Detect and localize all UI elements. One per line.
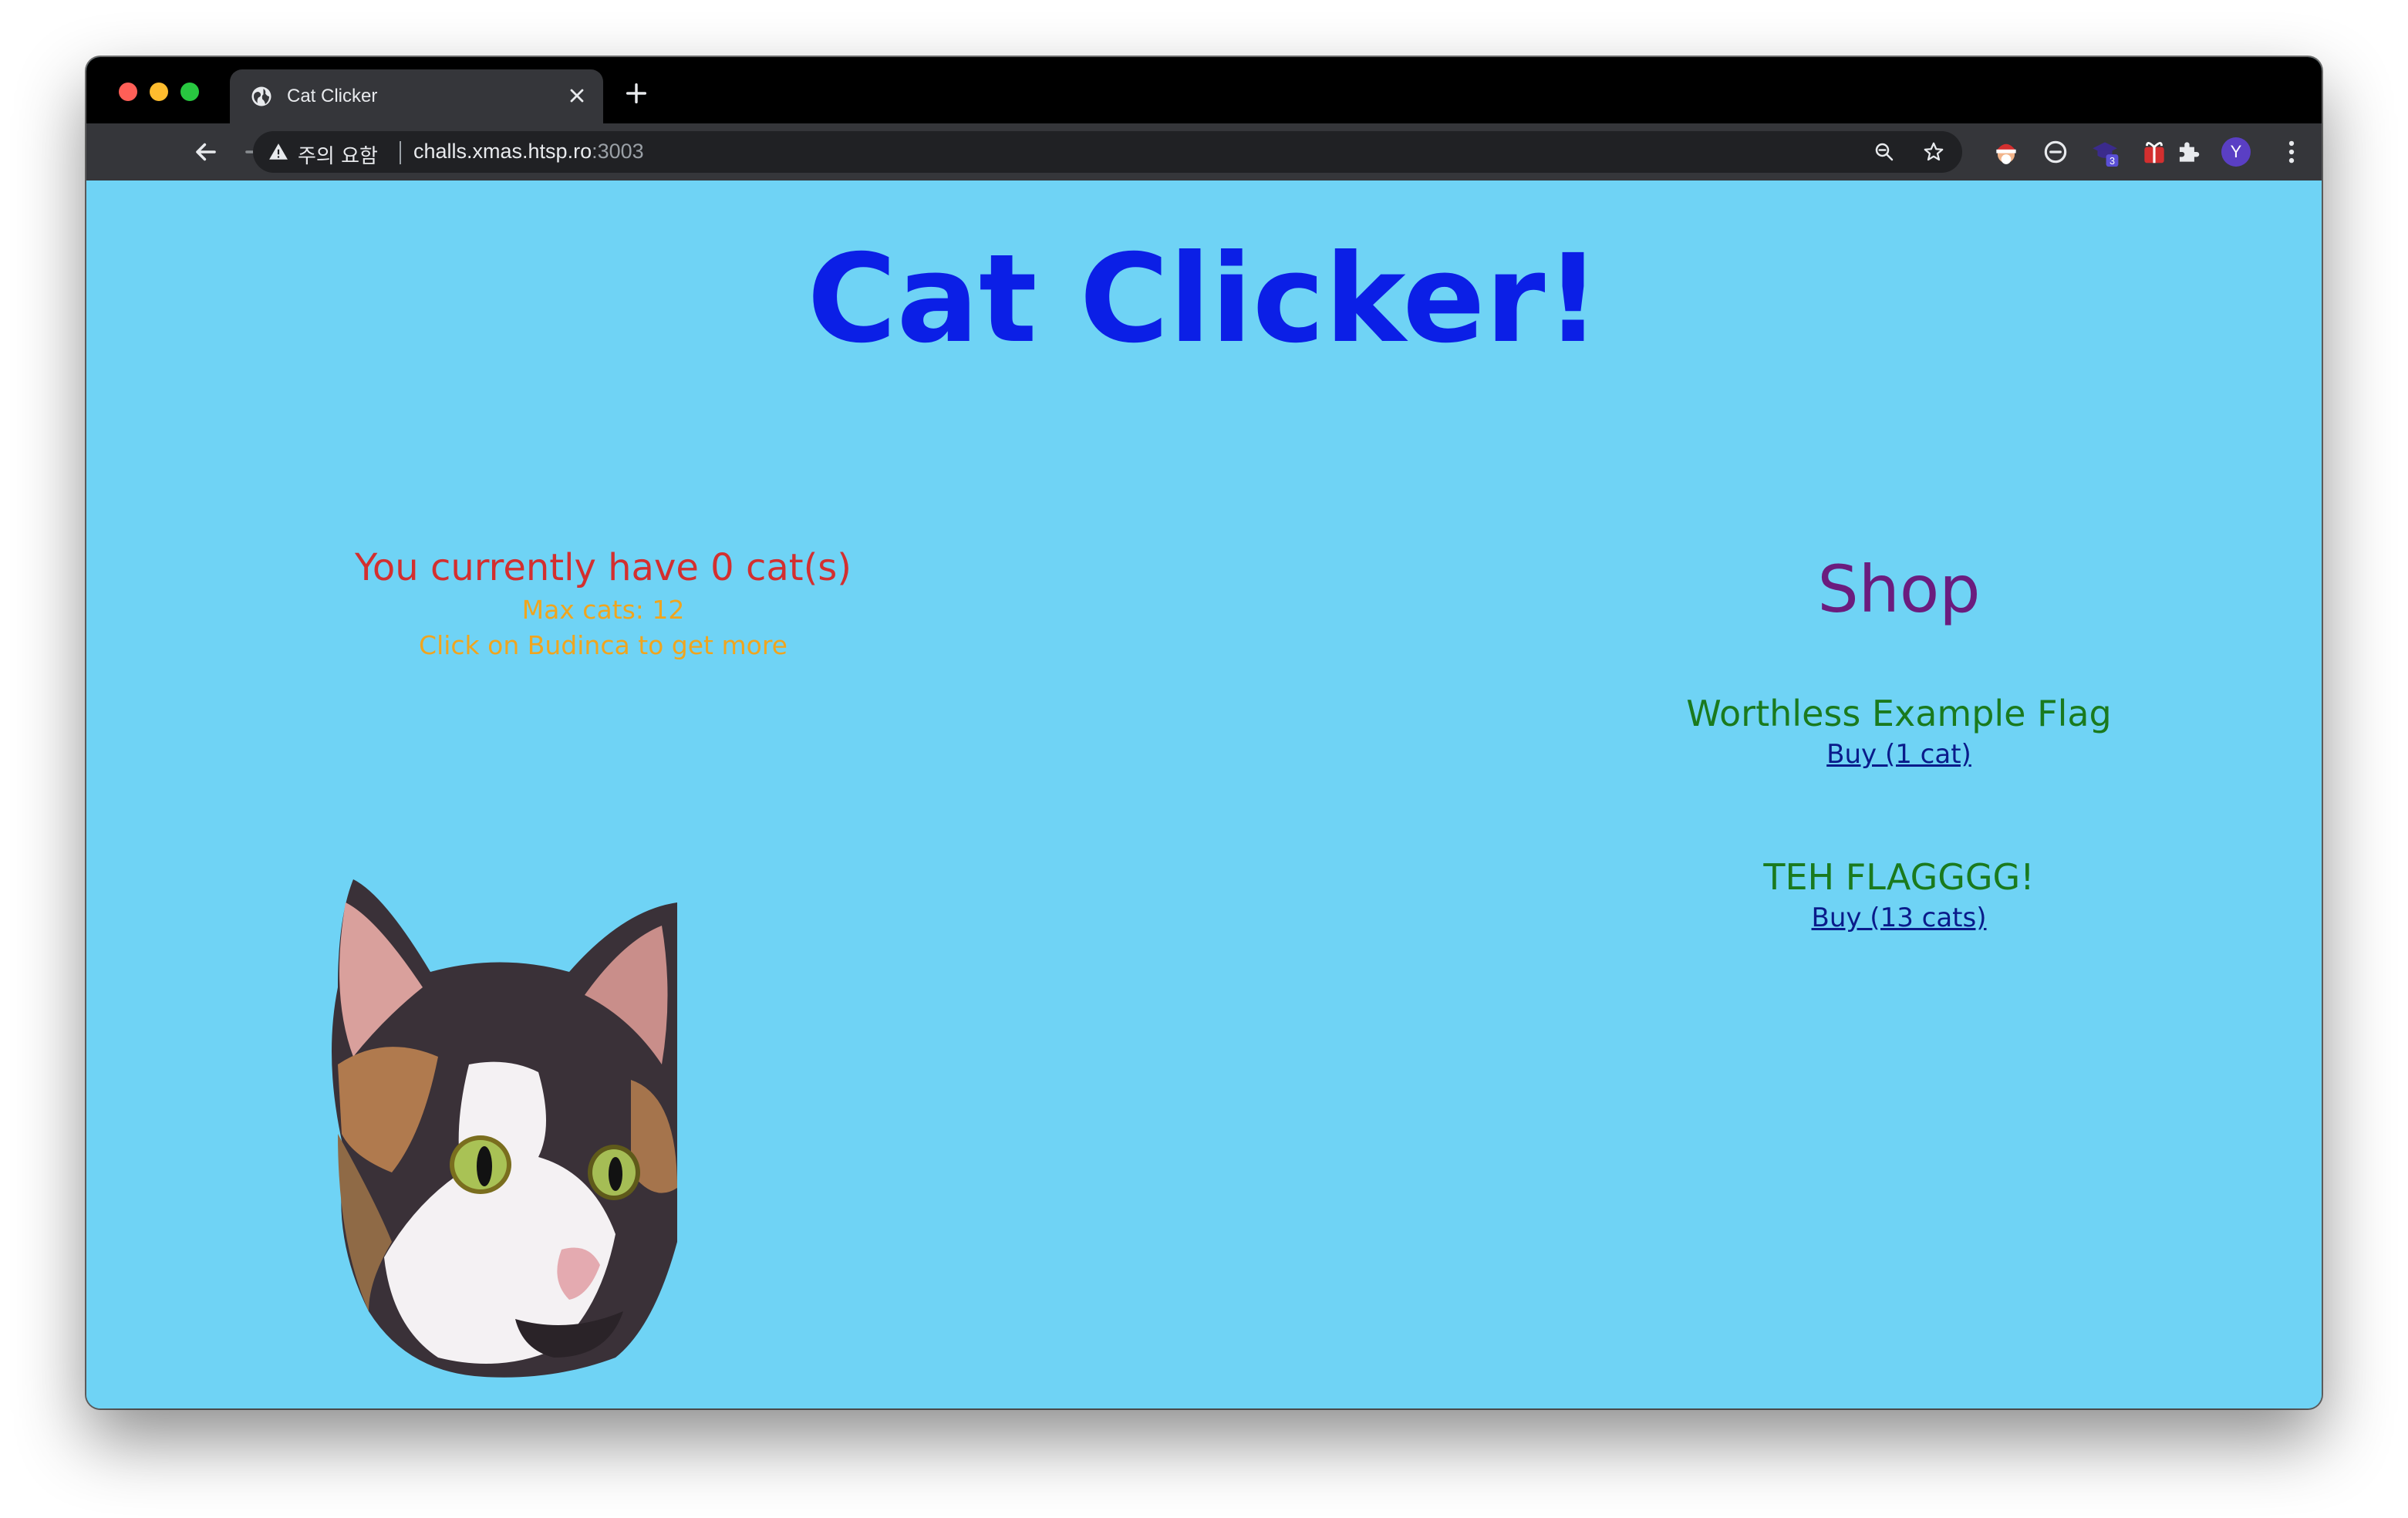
- calico-cat-head-image[interactable]: [322, 879, 677, 1381]
- minimize-window-button[interactable]: [150, 83, 168, 101]
- close-icon[interactable]: [566, 85, 588, 106]
- address-bar[interactable]: 주의 요함 challs.xmas.htsp.ro:3003: [253, 131, 1962, 173]
- hint-text: Click on Budinca to get more: [419, 630, 787, 660]
- bookmark-star-icon[interactable]: [1922, 140, 1945, 164]
- shop-item-teh-flag: TEH FLAGGGG! Buy (13 cats): [1629, 853, 2169, 935]
- tab-cat-clicker[interactable]: Cat Clicker: [230, 69, 603, 123]
- page-title: Cat Clicker!: [807, 228, 1601, 370]
- buy-teh-flag-link[interactable]: Buy (13 cats): [1812, 901, 1987, 935]
- browser-toolbar: 주의 요함 challs.xmas.htsp.ro:3003 3 Y: [86, 123, 2322, 180]
- divider: [400, 141, 401, 164]
- cat-count-text: You currently have 0 cat(s): [354, 546, 852, 589]
- max-cats-text: Max cats: 12: [521, 595, 685, 625]
- url-port: :3003: [592, 140, 644, 163]
- shop-title: Shop: [1817, 552, 1981, 627]
- tab-title: Cat Clicker: [287, 86, 378, 106]
- zoom-window-button[interactable]: [180, 83, 199, 101]
- tab-strip: Cat Clicker: [86, 57, 2322, 123]
- santa-extension-icon[interactable]: [1991, 137, 2021, 167]
- item-name: TEH FLAGGGG!: [1763, 856, 2035, 898]
- item-name: Worthless Example Flag: [1686, 693, 2112, 734]
- graduation-cap-extension-icon[interactable]: 3: [2090, 137, 2120, 167]
- url-host: challs.xmas.htsp.ro: [413, 140, 592, 163]
- shop-panel: Shop Worthless Example Flag Buy (1 cat) …: [1629, 551, 2169, 933]
- zoom-magnifier-icon[interactable]: [1873, 140, 1896, 164]
- globe-icon: [251, 86, 271, 106]
- block-extension-icon[interactable]: [2041, 137, 2070, 167]
- shop-item-worthless-flag: Worthless Example Flag Buy (1 cat): [1629, 690, 2169, 771]
- browser-window: Cat Clicker 주의 요함 challs.xmas.htsp.ro:30…: [86, 57, 2322, 1408]
- buy-worthless-flag-link[interactable]: Buy (1 cat): [1826, 737, 1971, 771]
- extension-badge: 3: [2110, 156, 2115, 167]
- security-label[interactable]: 주의 요함: [298, 140, 378, 169]
- page-viewport: Cat Clicker! You currently have 0 cat(s)…: [86, 180, 2322, 1408]
- back-arrow-icon[interactable]: [191, 137, 221, 167]
- url-text[interactable]: challs.xmas.htsp.ro:3003: [413, 140, 644, 164]
- close-window-button[interactable]: [119, 83, 137, 101]
- warning-icon[interactable]: [268, 142, 288, 162]
- gift-extension-icon[interactable]: [2140, 137, 2169, 167]
- cat-stats-panel: You currently have 0 cat(s) Max cats: 12…: [241, 543, 966, 663]
- puzzle-extensions-icon[interactable]: [2174, 137, 2203, 167]
- new-tab-icon[interactable]: [623, 80, 649, 106]
- profile-avatar[interactable]: Y: [2221, 137, 2251, 167]
- kebab-menu-icon[interactable]: [2277, 137, 2306, 167]
